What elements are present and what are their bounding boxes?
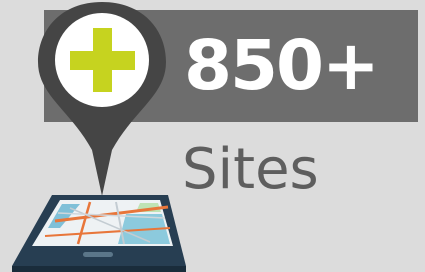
sites-label: Sites: [182, 137, 319, 202]
infographic-badge: 850+ Sites: [0, 0, 425, 272]
site-count: 850+: [184, 26, 380, 106]
